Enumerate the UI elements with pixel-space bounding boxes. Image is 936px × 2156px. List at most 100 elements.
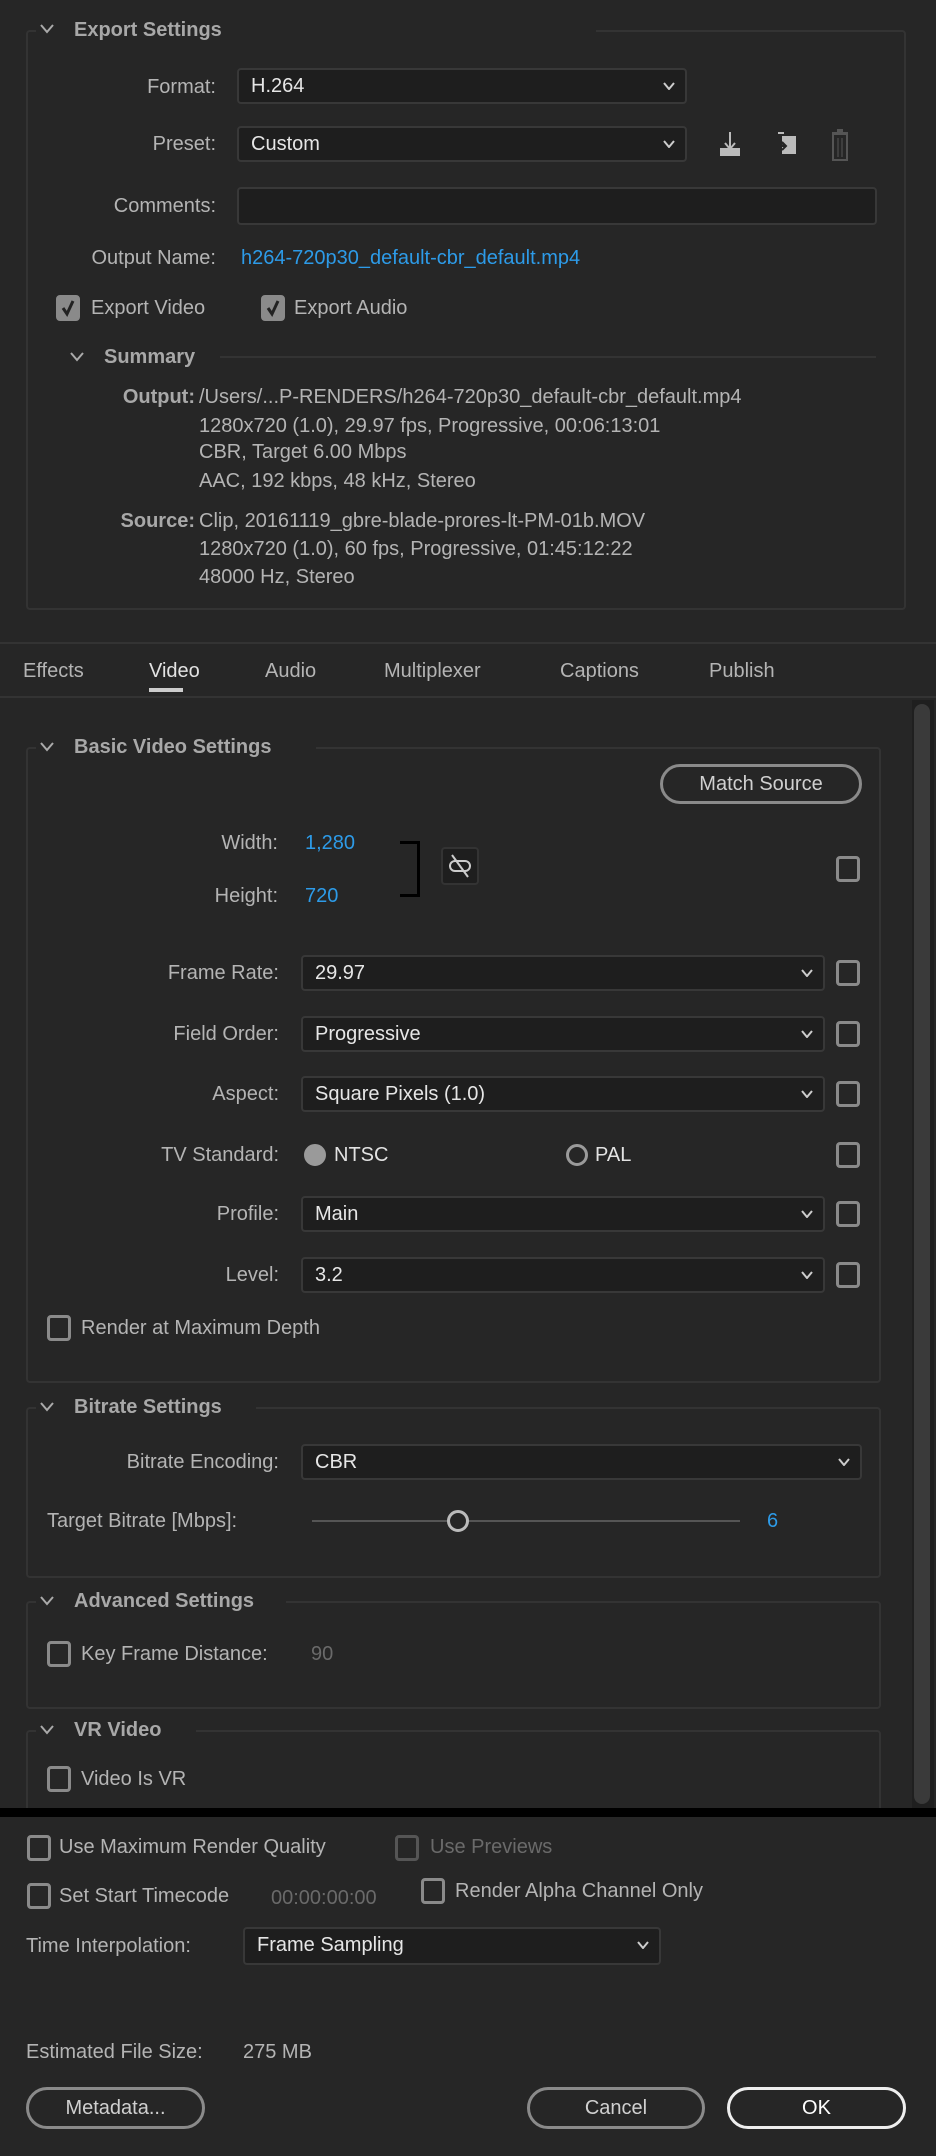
pal-label[interactable]: PAL xyxy=(595,1143,631,1167)
set-start-timecode-label[interactable]: Set Start Timecode xyxy=(59,1884,229,1908)
frame-rate-match-checkbox[interactable] xyxy=(836,960,860,986)
frame-rate-dropdown[interactable]: 29.97 xyxy=(301,955,825,991)
pal-radio[interactable] xyxy=(566,1144,588,1166)
frame-rate-value: 29.97 xyxy=(315,962,366,984)
match-source-button[interactable]: Match Source xyxy=(660,764,862,804)
field-order-match-checkbox[interactable] xyxy=(836,1021,860,1047)
level-dropdown[interactable]: 3.2 xyxy=(301,1257,825,1293)
video-is-vr-checkbox[interactable] xyxy=(47,1766,71,1792)
profile-label: Profile: xyxy=(216,1203,279,1225)
checkmark-icon xyxy=(266,300,280,318)
export-video-checkbox[interactable] xyxy=(56,295,80,321)
estimated-file-size-value: 275 MB xyxy=(243,2041,312,2063)
set-start-timecode-checkbox[interactable] xyxy=(27,1883,51,1909)
summary-output-label: Output: xyxy=(122,386,195,408)
key-frame-checkbox[interactable] xyxy=(47,1641,71,1667)
width-label: Width: xyxy=(221,832,278,854)
tv-standard-match-checkbox[interactable] xyxy=(836,1142,860,1168)
constrain-bracket xyxy=(400,841,420,897)
level-value: 3.2 xyxy=(315,1264,343,1286)
bitrate-panel xyxy=(26,1407,881,1578)
render-max-depth-checkbox[interactable] xyxy=(47,1315,71,1341)
render-alpha-label[interactable]: Render Alpha Channel Only xyxy=(455,1879,703,1903)
tab-publish[interactable]: Publish xyxy=(709,659,775,683)
chevron-down-icon[interactable] xyxy=(40,1596,54,1606)
tab-captions[interactable]: Captions xyxy=(560,659,639,683)
render-alpha-checkbox[interactable] xyxy=(421,1878,445,1904)
tab-audio[interactable]: Audio xyxy=(265,659,316,683)
chevron-down-icon[interactable] xyxy=(70,352,84,362)
tab-multiplexer[interactable]: Multiplexer xyxy=(384,659,481,683)
time-interpolation-dropdown[interactable]: Frame Sampling xyxy=(243,1927,661,1965)
chevron-down-icon xyxy=(838,1458,850,1466)
estimated-file-size-label: Estimated File Size: xyxy=(26,2041,203,2063)
aspect-dropdown[interactable]: Square Pixels (1.0) xyxy=(301,1076,825,1112)
export-audio-checkbox[interactable] xyxy=(261,295,285,321)
cancel-button[interactable]: Cancel xyxy=(527,2087,705,2129)
bitrate-slider-track[interactable] xyxy=(312,1520,740,1522)
export-audio-label[interactable]: Export Audio xyxy=(294,296,407,320)
ntsc-radio[interactable] xyxy=(304,1144,326,1166)
summary-output-line: CBR, Target 6.00 Mbps xyxy=(199,441,407,463)
preset-dropdown[interactable]: Custom xyxy=(237,126,687,162)
bitrate-encoding-dropdown[interactable]: CBR xyxy=(301,1444,862,1480)
chevron-down-icon[interactable] xyxy=(40,742,54,752)
chevron-down-icon xyxy=(801,969,813,977)
chevron-down-icon[interactable] xyxy=(40,24,54,34)
target-bitrate-value[interactable]: 6 xyxy=(767,1509,778,1533)
comments-input[interactable] xyxy=(237,187,877,225)
ntsc-label[interactable]: NTSC xyxy=(334,1143,388,1167)
summary-title[interactable]: Summary xyxy=(104,345,195,369)
tab-effects[interactable]: Effects xyxy=(23,659,84,683)
preset-value: Custom xyxy=(251,133,320,155)
aspect-label: Aspect: xyxy=(212,1083,279,1105)
metadata-button[interactable]: Metadata... xyxy=(26,2087,205,2129)
render-max-depth-label[interactable]: Render at Maximum Depth xyxy=(81,1316,320,1340)
max-render-quality-label[interactable]: Use Maximum Render Quality xyxy=(59,1835,326,1859)
export-settings-title[interactable]: Export Settings xyxy=(74,18,230,42)
key-frame-value[interactable]: 90 xyxy=(311,1642,333,1666)
width-value[interactable]: 1,280 xyxy=(305,831,355,855)
target-bitrate-label: Target Bitrate [Mbps]: xyxy=(47,1510,238,1532)
summary-source-line: 1280x720 (1.0), 60 fps, Progressive, 01:… xyxy=(199,538,633,560)
chevron-down-icon xyxy=(801,1090,813,1098)
aspect-match-checkbox[interactable] xyxy=(836,1081,860,1107)
tab-video[interactable]: Video xyxy=(149,659,200,683)
bitrate-title[interactable]: Bitrate Settings xyxy=(74,1395,222,1419)
ok-button[interactable]: OK xyxy=(727,2087,906,2129)
field-order-dropdown[interactable]: Progressive xyxy=(301,1016,825,1052)
match-dimensions-checkbox[interactable] xyxy=(836,856,860,882)
advanced-title[interactable]: Advanced Settings xyxy=(74,1589,254,1613)
chevron-down-icon[interactable] xyxy=(40,1402,54,1412)
chevron-down-icon xyxy=(801,1271,813,1279)
profile-value: Main xyxy=(315,1203,359,1225)
import-preset-icon[interactable] xyxy=(776,130,796,158)
format-dropdown[interactable]: H.264 xyxy=(237,68,687,104)
bitrate-slider-thumb[interactable] xyxy=(446,1510,469,1532)
chevron-down-icon xyxy=(663,82,675,90)
output-name-link[interactable]: h264-720p30_default-cbr_default.mp4 xyxy=(241,246,580,270)
bitrate-encoding-value: CBR xyxy=(315,1451,358,1473)
time-interpolation-label: Time Interpolation: xyxy=(26,1935,191,1957)
key-frame-label[interactable]: Key Frame Distance: xyxy=(81,1642,268,1666)
aspect-value: Square Pixels (1.0) xyxy=(315,1083,486,1105)
timecode-value[interactable]: 00:00:00:00 xyxy=(271,1886,377,1910)
field-order-label: Field Order: xyxy=(173,1023,279,1045)
max-render-quality-checkbox[interactable] xyxy=(27,1835,51,1861)
basic-video-title[interactable]: Basic Video Settings xyxy=(74,735,271,759)
summary-source-line: Clip, 20161119_gbre-blade-prores-lt-PM-0… xyxy=(199,510,646,532)
save-preset-icon[interactable] xyxy=(720,130,740,158)
unlink-aspect-icon[interactable] xyxy=(441,847,479,885)
video-is-vr-label[interactable]: Video Is VR xyxy=(81,1767,186,1791)
trash-icon[interactable] xyxy=(832,129,848,161)
chevron-down-icon[interactable] xyxy=(40,1725,54,1735)
vr-title[interactable]: VR Video xyxy=(74,1718,161,1742)
profile-dropdown[interactable]: Main xyxy=(301,1196,825,1232)
chevron-down-icon xyxy=(801,1210,813,1218)
chevron-down-icon xyxy=(637,1941,649,1949)
level-match-checkbox[interactable] xyxy=(836,1262,860,1288)
height-value[interactable]: 720 xyxy=(305,884,338,908)
export-video-label[interactable]: Export Video xyxy=(91,296,205,320)
scrollbar-thumb[interactable] xyxy=(914,704,930,1804)
profile-match-checkbox[interactable] xyxy=(836,1201,860,1227)
